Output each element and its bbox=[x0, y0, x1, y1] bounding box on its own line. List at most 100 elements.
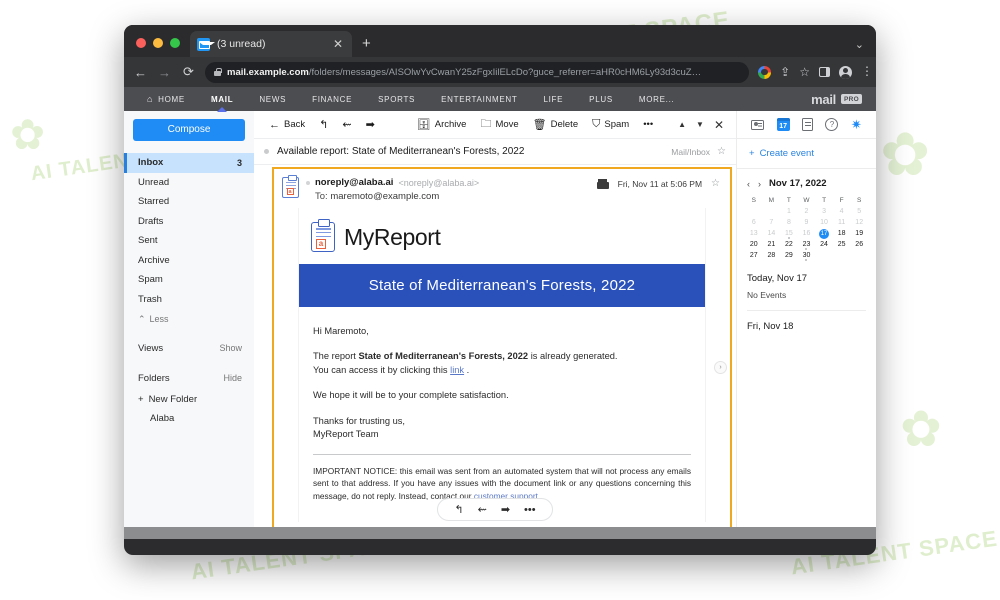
sidebar-item-unread[interactable]: Unread bbox=[124, 173, 254, 193]
forward-icon[interactable]: → bbox=[157, 65, 172, 80]
share-icon[interactable]: ⇪ bbox=[780, 65, 790, 79]
archive-button[interactable]: 🗄 Archive bbox=[410, 111, 474, 138]
google-icon[interactable] bbox=[758, 65, 772, 79]
sidebar-item-spam[interactable]: Spam bbox=[124, 270, 254, 290]
nav-item-sports[interactable]: SPORTS bbox=[365, 87, 428, 111]
bookmark-star-icon[interactable]: ☆ bbox=[799, 65, 810, 79]
back-icon[interactable]: ← bbox=[133, 65, 148, 80]
contacts-icon[interactable] bbox=[751, 119, 765, 130]
calendar-day-cell[interactable]: 4 bbox=[833, 206, 851, 217]
calendar-day-cell[interactable]: 6 bbox=[745, 217, 763, 228]
calendar-day-cell[interactable]: 9 bbox=[798, 217, 816, 228]
calendar-day-cell[interactable]: 17 bbox=[815, 228, 833, 239]
close-window-button[interactable] bbox=[136, 38, 146, 48]
sidebar-section-folders[interactable]: Folders Hide bbox=[124, 367, 254, 389]
spam-button[interactable]: ⛉ Spam bbox=[585, 111, 636, 138]
back-button[interactable]: ← Back bbox=[262, 111, 312, 138]
calendar-day-cell[interactable]: 15 bbox=[780, 228, 798, 239]
chrome-menu-icon[interactable]: ⋮ bbox=[861, 65, 873, 77]
nav-item-entertainment[interactable]: ENTERTAINMENT bbox=[428, 87, 530, 111]
calendar-day-cell[interactable]: 16 bbox=[798, 228, 816, 239]
print-icon[interactable] bbox=[596, 178, 609, 189]
delete-button[interactable]: 🗑 Delete bbox=[526, 111, 585, 138]
calendar-icon[interactable]: 17 bbox=[776, 118, 790, 131]
sidebar-less-toggle[interactable]: ⌃ Less bbox=[124, 309, 254, 329]
nav-item-plus[interactable]: PLUS bbox=[576, 87, 626, 111]
calendar-day-cell[interactable]: 14 bbox=[763, 228, 781, 239]
new-folder-button[interactable]: + New Folder bbox=[124, 389, 254, 409]
calendar-prev-icon[interactable]: ‹ bbox=[747, 179, 750, 189]
nav-item-home[interactable]: ⌂ HOME bbox=[134, 87, 198, 111]
message-star-icon[interactable]: ☆ bbox=[711, 178, 720, 189]
nav-item-mail[interactable]: MAIL bbox=[198, 87, 246, 111]
calendar-day-cell[interactable]: 1 bbox=[780, 206, 798, 217]
reply-button[interactable]: ↰ bbox=[312, 111, 335, 138]
forward-button[interactable]: ➡ bbox=[359, 111, 382, 138]
calendar-day-cell[interactable]: 7 bbox=[763, 217, 781, 228]
nav-item-finance[interactable]: FINANCE bbox=[299, 87, 365, 111]
calendar-day-cell[interactable]: 27 bbox=[745, 250, 763, 261]
sidebar-item-archive[interactable]: Archive bbox=[124, 251, 254, 271]
calendar-day-cell[interactable]: 12 bbox=[850, 217, 868, 228]
calendar-day-cell[interactable]: 29 bbox=[780, 250, 798, 261]
reply-icon[interactable]: ↰ bbox=[454, 503, 463, 516]
calendar-day-cell[interactable]: 24 bbox=[815, 239, 833, 250]
sidebar-folders-hide-link[interactable]: Hide bbox=[223, 373, 242, 383]
calendar-day-cell[interactable]: 25 bbox=[833, 239, 851, 250]
move-button[interactable]: 🗀 Move bbox=[473, 111, 525, 138]
calendar-day-cell[interactable]: 10 bbox=[815, 217, 833, 228]
sidebar-item-drafts[interactable]: Drafts bbox=[124, 212, 254, 232]
reply-all-icon[interactable]: ⇜ bbox=[478, 503, 487, 516]
sidebar-item-alaba[interactable]: Alaba bbox=[124, 409, 254, 428]
help-icon[interactable]: ? bbox=[825, 118, 839, 131]
nav-item-more[interactable]: MORE... bbox=[626, 87, 688, 111]
chevron-down-icon[interactable]: ⌄ bbox=[855, 38, 864, 51]
calendar-day-cell[interactable]: 8 bbox=[780, 217, 798, 228]
sidebar-item-starred[interactable]: Starred bbox=[124, 192, 254, 212]
notepad-icon[interactable] bbox=[802, 118, 814, 131]
sidebar-item-sent[interactable]: Sent bbox=[124, 231, 254, 251]
reload-icon[interactable]: ⟳ bbox=[181, 64, 196, 80]
forward-icon[interactable]: ➡ bbox=[501, 503, 510, 516]
reply-all-button[interactable]: ⇜ bbox=[335, 111, 358, 138]
more-actions-icon[interactable]: ••• bbox=[524, 504, 536, 516]
compose-button[interactable]: Compose bbox=[133, 119, 245, 141]
profile-avatar-icon[interactable] bbox=[839, 65, 852, 79]
side-panel-icon[interactable] bbox=[819, 67, 830, 77]
calendar-day-cell[interactable]: 2 bbox=[798, 206, 816, 217]
calendar-day-grid[interactable]: 1 2 3 4 5 6 7 8 9 10 11 12 13 14 15 16 17 18 19 20 21 22 23 24 2… bbox=[737, 206, 876, 261]
calendar-next-icon[interactable]: › bbox=[758, 179, 761, 189]
unread-dot-icon[interactable] bbox=[264, 149, 269, 154]
close-tab-icon[interactable]: ✕ bbox=[331, 36, 345, 52]
calendar-day-cell[interactable]: 11 bbox=[833, 217, 851, 228]
calendar-day-cell[interactable]: 19 bbox=[850, 228, 868, 239]
sidebar-section-views[interactable]: Views Show bbox=[124, 337, 254, 359]
calendar-day-cell[interactable]: 26 bbox=[850, 239, 868, 250]
create-event-button[interactable]: + Create event bbox=[737, 139, 876, 169]
sidebar-item-trash[interactable]: Trash bbox=[124, 290, 254, 310]
calendar-day-cell[interactable]: 28 bbox=[763, 250, 781, 261]
report-download-link[interactable]: link bbox=[450, 365, 464, 375]
new-tab-button[interactable]: + bbox=[362, 35, 371, 52]
nav-item-news[interactable]: NEWS bbox=[246, 87, 299, 111]
close-message-icon[interactable]: ✕ bbox=[714, 118, 724, 132]
maximize-window-button[interactable] bbox=[170, 38, 180, 48]
calendar-day-cell[interactable]: 23 bbox=[798, 239, 816, 250]
sidebar-views-show-link[interactable]: Show bbox=[219, 343, 242, 353]
calendar-day-cell[interactable]: 3 bbox=[815, 206, 833, 217]
calendar-day-cell[interactable]: 22 bbox=[780, 239, 798, 250]
settings-gear-icon[interactable]: ✷ bbox=[851, 117, 862, 133]
minimize-window-button[interactable] bbox=[153, 38, 163, 48]
nav-item-life[interactable]: LIFE bbox=[530, 87, 576, 111]
address-bar[interactable]: mail.example.com/folders/messages/AISOlw… bbox=[205, 61, 750, 83]
calendar-day-cell[interactable]: 20 bbox=[745, 239, 763, 250]
window-traffic-lights[interactable] bbox=[124, 38, 190, 57]
sidebar-item-inbox[interactable]: Inbox 3 bbox=[124, 153, 254, 173]
chevron-right-icon[interactable]: › bbox=[714, 361, 727, 374]
more-options-button[interactable]: ••• bbox=[636, 111, 660, 138]
calendar-day-cell[interactable]: 18 bbox=[833, 228, 851, 239]
star-icon[interactable]: ☆ bbox=[717, 146, 726, 157]
previous-message-icon[interactable]: ▲ bbox=[678, 120, 686, 129]
calendar-day-cell[interactable]: 21 bbox=[763, 239, 781, 250]
calendar-day-cell[interactable]: 5 bbox=[850, 206, 868, 217]
